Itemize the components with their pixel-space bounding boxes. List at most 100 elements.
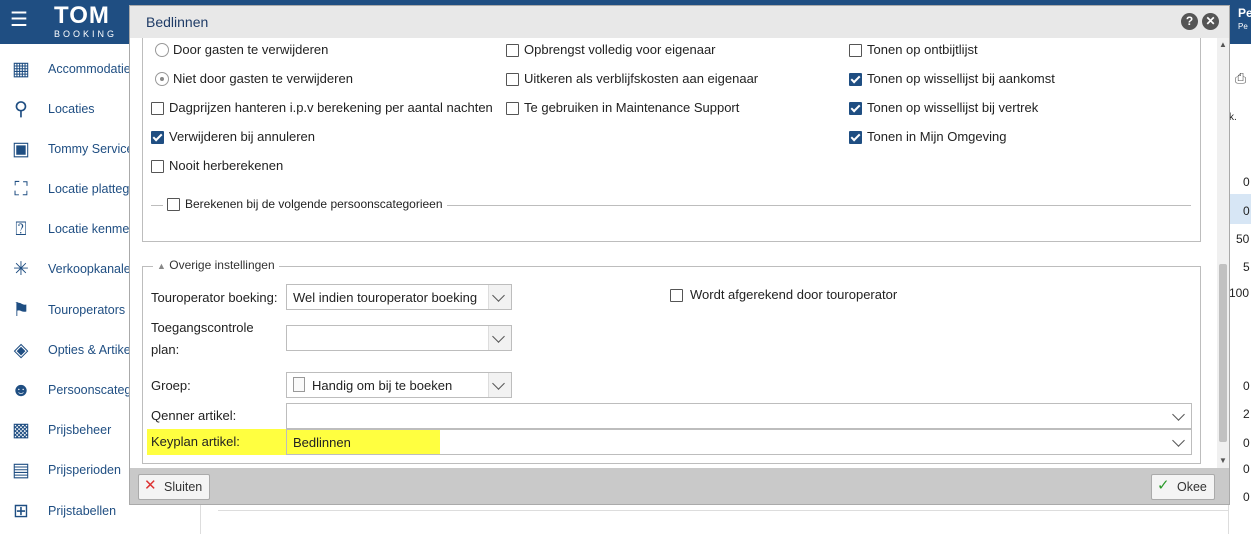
chevron-down-icon[interactable]: [488, 326, 511, 350]
checkbox[interactable]: [849, 131, 862, 144]
brand-main: TOM: [54, 2, 110, 29]
close-icon: ✕: [144, 477, 157, 494]
user-name[interactable]: Pe: [1238, 6, 1251, 20]
cell-value: 0: [1243, 436, 1250, 450]
chevron-down-icon[interactable]: [488, 373, 511, 397]
map-icon: ⛶: [14, 179, 28, 200]
dialog-titlebar[interactable]: Bedlinnen ? ✕: [130, 6, 1229, 39]
sidebar-item-label: Prijstabellen: [48, 504, 117, 518]
users-icon: ☻: [11, 380, 31, 401]
toegangscontrole-select[interactable]: [286, 325, 512, 351]
checkbox[interactable]: [849, 44, 862, 57]
dialog-title: Bedlinnen: [146, 14, 209, 30]
map-pin-icon: ⚲: [14, 99, 28, 120]
groep-select[interactable]: Handig om bij te boeken: [286, 372, 512, 398]
qenner-select[interactable]: [286, 403, 1192, 429]
scroll-up-icon[interactable]: ▲: [1219, 40, 1227, 49]
select-value: Wel indien touroperator boeking: [293, 290, 478, 305]
network-icon: ✳: [13, 259, 29, 280]
option-label: Tonen op wissellijst bij vertrek: [867, 100, 1039, 115]
cell-value: 0: [1243, 379, 1250, 393]
dialog-footer: ✕ Sluiten ✓ Okee: [130, 468, 1229, 504]
help-icon[interactable]: ?: [1181, 13, 1198, 30]
chevron-down-icon[interactable]: [1169, 404, 1191, 428]
table-icon: ⊞: [13, 501, 29, 522]
chevron-down-icon[interactable]: [1169, 430, 1191, 454]
scroll-thumb[interactable]: [1219, 264, 1227, 442]
checkbox-persoonscategorieen[interactable]: Berekenen bij de volgende persoonscatego…: [163, 197, 447, 215]
layers-icon: ◈: [13, 340, 29, 361]
building-icon: ▦: [12, 59, 30, 80]
calculator-icon: ▩: [12, 420, 30, 441]
checkbox[interactable]: [506, 73, 519, 86]
toegang-label: Toegangscontrole: [151, 320, 254, 335]
close-icon[interactable]: ✕: [1202, 13, 1219, 30]
cell-value: 0: [1243, 462, 1250, 476]
user-sub: Pe: [1238, 22, 1248, 31]
sidebar-item-label: Persoonscateg: [48, 383, 132, 397]
menu-icon[interactable]: ☰: [10, 10, 28, 30]
chevron-down-icon[interactable]: [488, 285, 511, 309]
overige-legend[interactable]: ▲ Overige instellingen: [153, 258, 279, 272]
section-title: Overige instellingen: [169, 258, 275, 272]
option-label: Te gebruiken in Maintenance Support: [524, 100, 740, 115]
option-label: Tonen op ontbijtlijst: [867, 42, 978, 57]
checkbox[interactable]: [151, 102, 164, 115]
option-label: Verwijderen bij annuleren: [169, 129, 315, 144]
option-label: Berekenen bij de volgende persoonscatego…: [185, 197, 443, 211]
sidebar-item-label: Tommy Service: [48, 142, 134, 156]
brand-logo[interactable]: TOM BOOKING: [54, 2, 117, 40]
overige-instellingen-section: ▲ Overige instellingen Touroperator boek…: [142, 258, 1201, 464]
touroperator-select[interactable]: Wel indien touroperator boeking: [286, 284, 512, 310]
sluiten-button[interactable]: ✕ Sluiten: [138, 474, 210, 500]
print-icon[interactable]: ⎙: [1235, 70, 1246, 87]
sidebar-item-label: Locatie plattegr: [48, 182, 134, 196]
radio-button[interactable]: [155, 43, 169, 57]
option-label: Tonen op wissellijst bij aankomst: [867, 71, 1055, 86]
divider: [218, 510, 1228, 511]
document-icon: [293, 377, 305, 392]
cell-value: 0: [1243, 175, 1250, 189]
select-value: Bedlinnen: [293, 435, 351, 450]
location-question-icon: ⍰: [15, 219, 27, 240]
okee-button[interactable]: ✓ Okee: [1151, 474, 1215, 500]
checkbox[interactable]: [670, 289, 683, 302]
option-label: Dagprijzen hanteren i.p.v berekening per…: [169, 100, 493, 115]
sidebar-item-label: Locatie kenmer: [48, 222, 134, 236]
checkbox[interactable]: [506, 102, 519, 115]
checkbox[interactable]: [167, 198, 180, 211]
sidebar-item-label: Verkoopkanalen: [48, 262, 138, 276]
cell-value: 0: [1243, 204, 1250, 218]
button-label: Sluiten: [164, 480, 203, 494]
dialog-body: Door gasten te verwijderen Niet door gas…: [130, 38, 1217, 468]
background-table-edge: ⎙ k. 0 0 50 5 100 0 2 0 0 0: [1228, 44, 1251, 534]
sidebar-item-label: Touroperators: [48, 303, 126, 317]
keyplan-label: Keyplan artikel:: [151, 434, 240, 449]
groep-label: Groep:: [151, 378, 191, 393]
option-label: Tonen in Mijn Omgeving: [867, 129, 1007, 144]
cell-value: 50: [1236, 232, 1250, 246]
collapse-triangle-icon[interactable]: ▲: [157, 261, 166, 271]
qenner-label: Qenner artikel:: [151, 408, 237, 423]
toegang-label-2: plan:: [151, 342, 180, 357]
scroll-down-icon[interactable]: ▼: [1219, 456, 1227, 465]
sidebar-item-label: Prijsperioden: [48, 463, 121, 477]
checkbox[interactable]: [849, 73, 862, 86]
option-label: Niet door gasten te verwijderen: [173, 71, 353, 86]
cell-value: 5: [1243, 260, 1250, 274]
checkbox[interactable]: [506, 44, 519, 57]
column-header: k.: [1229, 112, 1237, 123]
button-label: Okee: [1177, 480, 1207, 494]
dialog-scrollbar[interactable]: ▲ ▼: [1217, 38, 1229, 468]
keyplan-select[interactable]: Bedlinnen: [286, 429, 1192, 455]
checkbox[interactable]: [151, 131, 164, 144]
touroperator-label: Touroperator boeking:: [151, 290, 278, 305]
cell-value: 100: [1229, 286, 1250, 300]
badge-icon: ▣: [12, 139, 30, 160]
checkbox[interactable]: [849, 102, 862, 115]
select-value: Handig om bij te boeken: [312, 378, 453, 393]
cell-value: 0: [1243, 490, 1250, 504]
checkbox[interactable]: [151, 160, 164, 173]
radio-button[interactable]: [155, 72, 169, 86]
sidebar-item-label: Locaties: [48, 102, 95, 116]
